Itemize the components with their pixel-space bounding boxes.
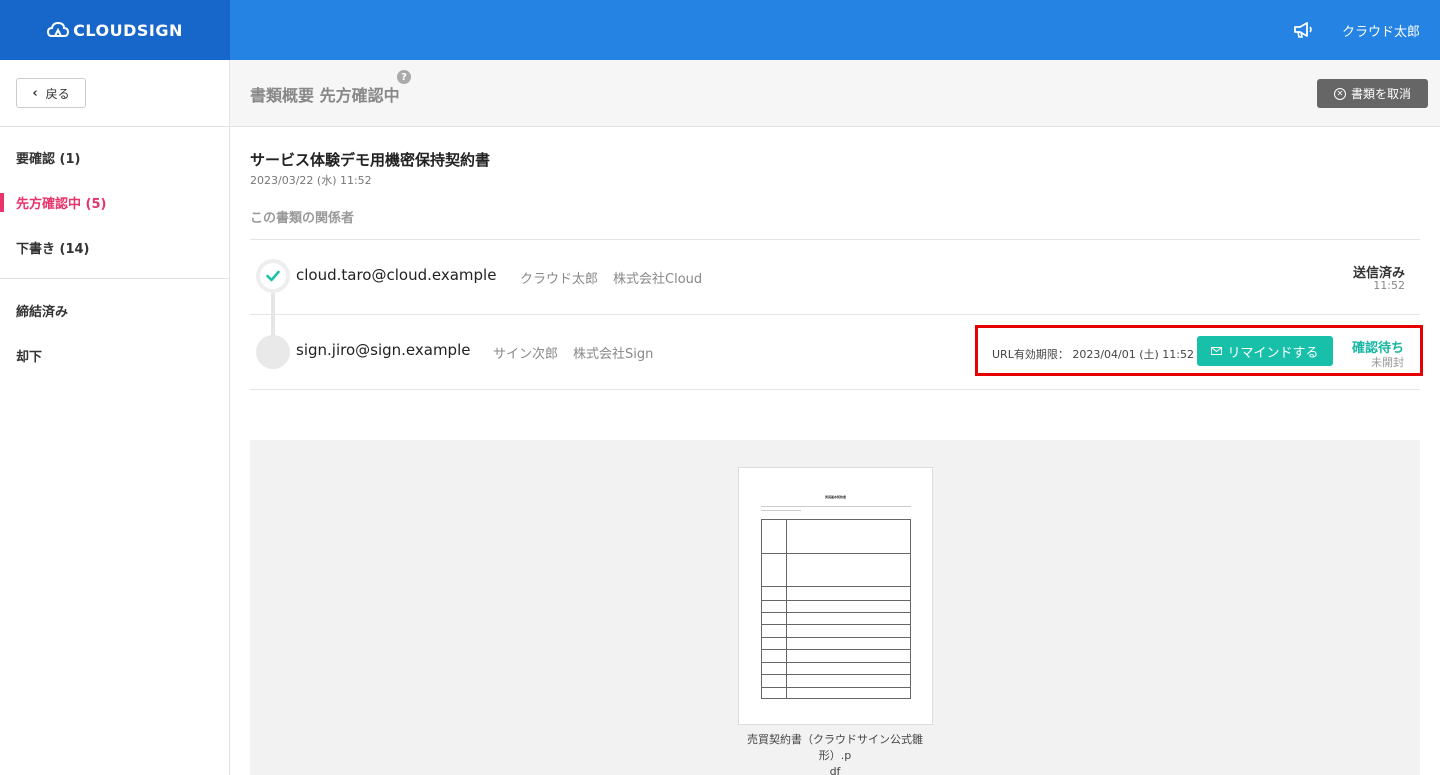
- participant-company: 株式会社Sign: [573, 347, 654, 362]
- file-name-line: 売買契約書（クラウドサイン公式雛形）.p: [747, 733, 923, 762]
- step-pending-marker: [256, 335, 290, 369]
- nav-group-active: 要確認 (1) 先方確認中 (5) 下書き (14): [0, 127, 229, 279]
- user-menu[interactable]: クラウド太郎: [1342, 21, 1420, 40]
- cloud-logo-icon: [47, 22, 70, 37]
- close-circle-icon: ✕: [1333, 87, 1346, 100]
- back-row: ‹ 戻る: [0, 60, 229, 127]
- sidebar-item-awaiting-other-party[interactable]: 先方確認中 (5): [0, 180, 229, 225]
- participant-email: cloud.taro@cloud.example: [296, 266, 497, 284]
- checkmark-icon: [266, 270, 280, 282]
- document-title: サービス体験デモ用機密保持契約書: [250, 151, 491, 169]
- sidebar-item-rejected[interactable]: 却下: [0, 333, 229, 378]
- divider: [250, 239, 1420, 240]
- top-header: CLOUDSIGN クラウド太郎: [0, 0, 1440, 60]
- document-preview-area: 売買基本契約書 売買契約書（クラウドサイン公式雛形）.p df: [250, 440, 1420, 775]
- document-date: 2023/03/22 (水) 11:52: [250, 174, 372, 187]
- status-time: 11:52: [1373, 279, 1405, 292]
- title-bar: 書類概要 先方確認中 ? ✕ 書類を取消: [230, 60, 1440, 127]
- participant-company: 株式会社Cloud: [613, 272, 703, 287]
- sub-status: 未開封: [1371, 356, 1404, 369]
- sidebar-item-needs-review[interactable]: 要確認 (1): [0, 135, 229, 180]
- cancel-document-button[interactable]: ✕ 書類を取消: [1317, 79, 1428, 108]
- url-expiry-text: URL有効期限： 2023/04/01 (土) 11:52: [992, 348, 1194, 361]
- divider: [250, 389, 1420, 390]
- step-complete-marker: [256, 259, 290, 293]
- megaphone-icon[interactable]: [1292, 20, 1314, 40]
- thumbnail-title: 売買基本契約書: [824, 495, 846, 499]
- sidebar: ‹ 戻る 要確認 (1) 先方確認中 (5) 下書き (14) 締結済み 却下: [0, 60, 230, 775]
- thumbnail-text-line: [761, 506, 911, 507]
- back-button[interactable]: ‹ 戻る: [16, 78, 86, 108]
- nav-group-archive: 締結済み 却下: [0, 279, 229, 387]
- logo-text: CLOUDSIGN: [73, 20, 183, 40]
- help-icon[interactable]: ?: [397, 70, 411, 84]
- sidebar-item-concluded[interactable]: 締結済み: [0, 288, 229, 333]
- sidebar-item-drafts[interactable]: 下書き (14): [0, 225, 229, 270]
- cancel-document-label: 書類を取消: [1350, 87, 1411, 101]
- page-title: 書類概要 先方確認中: [250, 86, 400, 105]
- mail-icon: [1211, 347, 1223, 355]
- divider: [250, 314, 1420, 315]
- remind-button[interactable]: リマインドする: [1197, 336, 1333, 366]
- file-name-line: df: [829, 765, 841, 775]
- cloudsign-logo[interactable]: CLOUDSIGN: [0, 0, 230, 60]
- participants-heading: この書類の関係者: [250, 211, 355, 226]
- participant-name: サイン次郎: [493, 347, 559, 362]
- file-name[interactable]: 売買契約書（クラウドサイン公式雛形）.p df: [735, 732, 935, 775]
- document-thumbnail[interactable]: 売買基本契約書: [738, 467, 933, 725]
- back-label: 戻る: [45, 86, 70, 101]
- remind-label: リマインドする: [1227, 345, 1319, 361]
- chevron-left-icon: ‹: [32, 85, 38, 101]
- thumbnail-text-line: [761, 510, 801, 511]
- participant-name: クラウド太郎: [520, 272, 599, 287]
- thumbnail-table: [761, 519, 911, 699]
- header-right: クラウド太郎: [1292, 0, 1420, 60]
- participant-email: sign.jiro@sign.example: [296, 341, 471, 359]
